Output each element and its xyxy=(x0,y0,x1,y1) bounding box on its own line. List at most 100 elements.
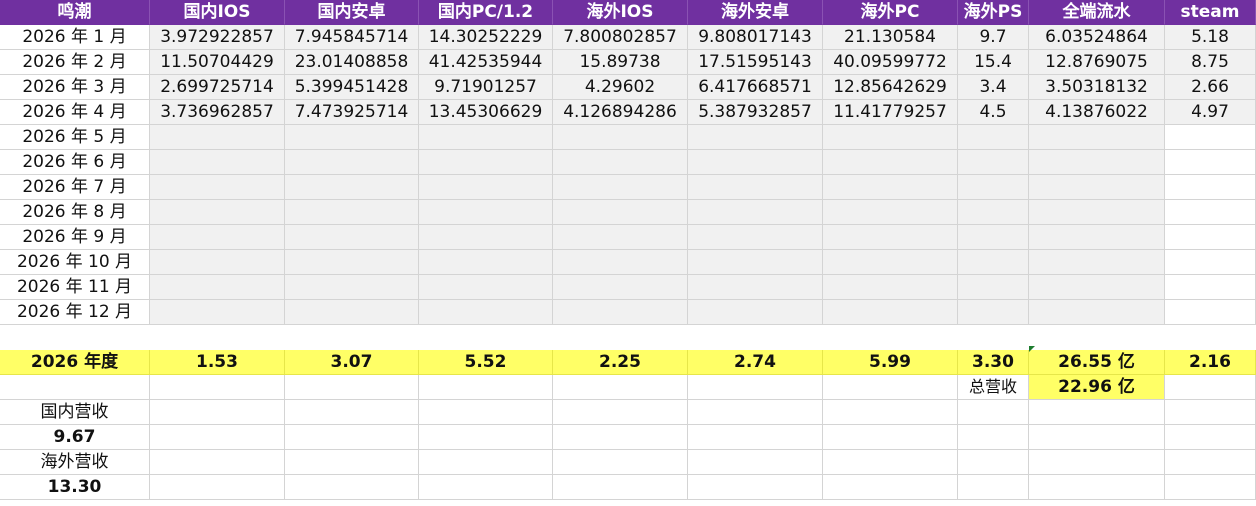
data-cell[interactable] xyxy=(419,275,553,300)
empty-cell[interactable] xyxy=(958,400,1029,425)
empty-cell[interactable] xyxy=(688,450,823,475)
empty-cell[interactable] xyxy=(553,450,688,475)
data-cell[interactable]: 15.4 xyxy=(958,50,1029,75)
empty-cell[interactable] xyxy=(1165,375,1256,400)
empty-cell[interactable] xyxy=(958,450,1029,475)
annual-value-cell[interactable]: 5.99 xyxy=(823,350,958,375)
month-label-cell[interactable]: 2026 年 6 月 xyxy=(0,150,150,175)
total-revenue-value[interactable]: 22.96 亿 xyxy=(1029,375,1165,400)
header-cell[interactable]: 海外PC xyxy=(823,0,958,25)
data-cell[interactable] xyxy=(823,250,958,275)
month-label-cell[interactable]: 2026 年 2 月 xyxy=(0,50,150,75)
data-cell[interactable] xyxy=(958,175,1029,200)
data-cell[interactable] xyxy=(419,250,553,275)
data-cell[interactable]: 4.29602 xyxy=(553,75,688,100)
annual-value-cell[interactable]: 3.07 xyxy=(285,350,419,375)
data-cell[interactable] xyxy=(823,300,958,325)
data-cell[interactable] xyxy=(1165,150,1256,175)
data-cell[interactable] xyxy=(553,225,688,250)
data-cell[interactable]: 7.945845714 xyxy=(285,25,419,50)
data-cell[interactable]: 5.18 xyxy=(1165,25,1256,50)
data-cell[interactable]: 15.89738 xyxy=(553,50,688,75)
data-cell[interactable] xyxy=(285,125,419,150)
empty-cell[interactable] xyxy=(285,450,419,475)
annual-label-cell[interactable]: 2026 年度 xyxy=(0,350,150,375)
data-cell[interactable] xyxy=(419,300,553,325)
empty-cell[interactable] xyxy=(285,375,419,400)
data-cell[interactable]: 4.126894286 xyxy=(553,100,688,125)
empty-cell[interactable] xyxy=(285,400,419,425)
header-cell[interactable]: 鸣潮 xyxy=(0,0,150,25)
data-cell[interactable] xyxy=(150,300,285,325)
empty-cell[interactable] xyxy=(1165,450,1256,475)
data-cell[interactable] xyxy=(150,225,285,250)
data-cell[interactable] xyxy=(823,275,958,300)
month-label-cell[interactable]: 2026 年 4 月 xyxy=(0,100,150,125)
month-label-cell[interactable]: 2026 年 12 月 xyxy=(0,300,150,325)
data-cell[interactable]: 3.736962857 xyxy=(150,100,285,125)
data-cell[interactable] xyxy=(553,275,688,300)
data-cell[interactable] xyxy=(823,175,958,200)
month-label-cell[interactable]: 2026 年 11 月 xyxy=(0,275,150,300)
data-cell[interactable] xyxy=(553,175,688,200)
data-cell[interactable] xyxy=(150,250,285,275)
annual-value-cell[interactable]: 1.53 xyxy=(150,350,285,375)
annual-value-cell[interactable]: 2.16 xyxy=(1165,350,1256,375)
domestic-revenue-label[interactable]: 国内营收 xyxy=(0,400,150,425)
data-cell[interactable] xyxy=(285,300,419,325)
data-cell[interactable]: 4.97 xyxy=(1165,100,1256,125)
data-cell[interactable] xyxy=(285,200,419,225)
data-cell[interactable]: 8.75 xyxy=(1165,50,1256,75)
empty-cell[interactable] xyxy=(823,400,958,425)
empty-cell[interactable] xyxy=(823,450,958,475)
empty-cell[interactable] xyxy=(688,475,823,500)
data-cell[interactable]: 40.09599772 xyxy=(823,50,958,75)
data-cell[interactable]: 21.130584 xyxy=(823,25,958,50)
empty-cell[interactable] xyxy=(1029,425,1165,450)
header-cell[interactable]: 国内PC/1.2 xyxy=(419,0,553,25)
data-cell[interactable] xyxy=(1165,125,1256,150)
data-cell[interactable] xyxy=(958,200,1029,225)
data-cell[interactable]: 2.66 xyxy=(1165,75,1256,100)
data-cell[interactable] xyxy=(1029,225,1165,250)
empty-cell[interactable] xyxy=(1029,450,1165,475)
data-cell[interactable] xyxy=(958,225,1029,250)
annual-value-cell[interactable]: 2.74 xyxy=(688,350,823,375)
data-cell[interactable]: 12.8769075 xyxy=(1029,50,1165,75)
domestic-revenue-value[interactable]: 9.67 xyxy=(0,425,150,450)
annual-value-cell[interactable]: 2.25 xyxy=(553,350,688,375)
data-cell[interactable] xyxy=(688,300,823,325)
header-cell[interactable]: 国内安卓 xyxy=(285,0,419,25)
data-cell[interactable]: 41.42535944 xyxy=(419,50,553,75)
data-cell[interactable] xyxy=(150,125,285,150)
data-cell[interactable] xyxy=(553,150,688,175)
data-cell[interactable] xyxy=(1029,175,1165,200)
data-cell[interactable]: 7.800802857 xyxy=(553,25,688,50)
annual-value-cell[interactable]: 26.55 亿 xyxy=(1029,350,1165,375)
overseas-revenue-value[interactable]: 13.30 xyxy=(0,475,150,500)
data-cell[interactable] xyxy=(688,150,823,175)
month-label-cell[interactable]: 2026 年 8 月 xyxy=(0,200,150,225)
month-label-cell[interactable]: 2026 年 10 月 xyxy=(0,250,150,275)
data-cell[interactable] xyxy=(958,150,1029,175)
data-cell[interactable]: 5.399451428 xyxy=(285,75,419,100)
empty-cell[interactable] xyxy=(688,400,823,425)
empty-cell[interactable] xyxy=(823,425,958,450)
data-cell[interactable] xyxy=(1029,275,1165,300)
data-cell[interactable] xyxy=(1029,300,1165,325)
empty-cell[interactable] xyxy=(553,400,688,425)
data-cell[interactable]: 9.808017143 xyxy=(688,25,823,50)
empty-cell[interactable] xyxy=(1165,425,1256,450)
data-cell[interactable] xyxy=(285,150,419,175)
data-cell[interactable] xyxy=(958,275,1029,300)
data-cell[interactable]: 17.51595143 xyxy=(688,50,823,75)
data-cell[interactable]: 7.473925714 xyxy=(285,100,419,125)
data-cell[interactable] xyxy=(688,225,823,250)
empty-cell[interactable] xyxy=(553,375,688,400)
data-cell[interactable] xyxy=(419,200,553,225)
data-cell[interactable] xyxy=(1029,200,1165,225)
data-cell[interactable]: 2.699725714 xyxy=(150,75,285,100)
data-cell[interactable]: 6.03524864 xyxy=(1029,25,1165,50)
total-revenue-label[interactable]: 总营收 xyxy=(958,375,1029,400)
header-cell[interactable]: 国内IOS xyxy=(150,0,285,25)
